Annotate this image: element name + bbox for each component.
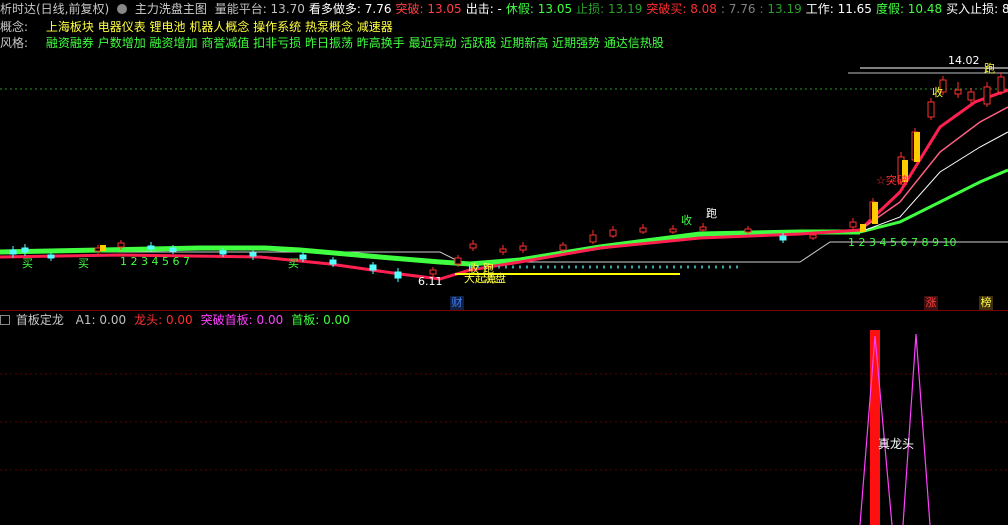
buy-signal-left-2: 买 (78, 257, 89, 270)
topbar-item: : 7.76 (720, 2, 756, 16)
candle-body (499, 248, 507, 253)
topbar-item: 突破: 13.05 (395, 2, 462, 16)
topbar-item: 出击: - (465, 2, 502, 16)
candle-body (849, 221, 857, 228)
indicator-name[interactable]: 主力洗盘主图 (135, 2, 207, 16)
topbar-item: 看多做多: 7.76 (308, 2, 392, 16)
topbar-item: 度假: 10.48 (875, 2, 943, 16)
breakout-first-board-line-2 (902, 333, 931, 525)
shou-signal-2: 收 (681, 213, 692, 227)
concept-value: 上海板块 电器仪表 锂电池 机器人概念 操作系统 热泵概念 减速器 (45, 20, 393, 34)
topbar-item: 工作: 11.65 (805, 2, 872, 16)
buy-signal-mid: 买 (288, 257, 299, 270)
shou-signal-1: 收 (932, 85, 943, 99)
topbar-item: 休假: 13.05 (505, 2, 573, 16)
concept-label: 概念: (0, 20, 29, 34)
candle-body (47, 254, 55, 259)
breakout-label: ☆突破 (876, 173, 908, 187)
run-signal-top: 跑 (984, 61, 995, 75)
topbar-item: 量能平台: 13.70 (214, 2, 305, 16)
yellow-signal-candle (872, 202, 878, 224)
sub-indicator-item: A1: 0.00 (75, 313, 127, 327)
main-kline-chart[interactable]: 14.02 6.11 买 买 买 跑 跑 跑 收 收 收 ☆突破 大起点 洗盘 … (0, 52, 1008, 312)
yellow-signal-candle (100, 245, 106, 251)
limit-up-badge[interactable]: 涨 (924, 296, 938, 310)
run-signal-mid: 跑 (706, 206, 717, 220)
style-value: 融资融券 户数增加 融资增加 商誉减值 扣非亏损 昨日振荡 昨高换手 最近异动 … (45, 36, 664, 50)
candle-body (519, 245, 527, 251)
dragon-head-bar (870, 330, 880, 525)
count-sequence-left: 1 2 3 4 5 6 7 (120, 255, 190, 268)
sub-indicator-item: 突破首板: 0.00 (200, 313, 284, 327)
panel-divider (0, 310, 1008, 311)
candle-body (559, 244, 567, 251)
ranking-badge[interactable]: 榜 (979, 296, 993, 310)
candle-body (809, 234, 817, 239)
topbar-item: 突破买: 8.08 (646, 2, 717, 16)
candle-body (147, 245, 155, 250)
candle-body (169, 247, 177, 252)
candle-body (639, 227, 647, 233)
candle-body (219, 250, 227, 255)
caret-icon[interactable] (0, 315, 10, 325)
gear-icon[interactable] (117, 4, 128, 14)
candle-body (589, 234, 597, 243)
sub-indicator-name[interactable]: 首板定龙 (16, 313, 64, 327)
candle-body (779, 235, 787, 241)
sub-indicator-item: 龙头: 0.00 (134, 313, 193, 327)
candle-body (9, 249, 17, 255)
candle-body (21, 247, 29, 253)
topbar-item: 止损: 13.19 (576, 2, 643, 16)
true-dragon-head-label: 真龙头 (878, 437, 914, 451)
candle-body (394, 271, 402, 279)
candle-body (669, 228, 677, 233)
style-label: 风格: (0, 36, 29, 50)
candle-body (369, 264, 377, 271)
candle-body (699, 226, 707, 231)
candle-body (744, 228, 752, 233)
price-low-label: 6.11 (418, 275, 443, 288)
candle-body (967, 91, 975, 101)
candle-body (997, 76, 1005, 93)
yellow-signal-candle (914, 132, 920, 162)
candle-body (469, 243, 477, 249)
candle-body (454, 257, 462, 265)
candle-body (983, 86, 991, 105)
candle-body (249, 252, 257, 257)
candle-body (329, 259, 337, 265)
washout-label: 洗盘 (484, 271, 506, 285)
topbar-item: 买入止损: 8.00 (946, 2, 1008, 16)
candle-body (117, 242, 125, 248)
candle-body (429, 269, 437, 275)
candle-body (954, 89, 962, 95)
finance-badge[interactable]: 财 (450, 296, 464, 310)
buy-signal-left: 买 (22, 257, 33, 270)
sub-indicator-chart[interactable]: 真龙头 (0, 328, 1008, 525)
sub-indicator-header: 首板定龙 A1: 0.00 龙头: 0.00 突破首板: 0.00 首板: 0.00 (0, 312, 358, 328)
candle-body (927, 101, 935, 118)
topbar-item: : 13.19 (759, 2, 802, 16)
style-line: 风格: 融资融券 户数增加 融资增加 商誉减值 扣非亏损 昨日振荡 昨高换手 最… (0, 35, 664, 52)
sub-indicator-item: 首板: 0.00 (291, 313, 350, 327)
count-sequence-right: 1 2 3 4 5 6 7 8 9 10 (848, 236, 956, 249)
candle-body (299, 254, 307, 260)
pink-ma-line (859, 106, 1008, 231)
yellow-signal-candle (860, 224, 866, 232)
indicator-info-bar: 析时达(日线,前复权) 主力洗盘主图 量能平台: 13.70 看多做多: 7.76… (0, 0, 1008, 18)
price-high-label: 14.02 (948, 54, 980, 67)
chart-title[interactable]: 析时达(日线,前复权) (0, 2, 109, 16)
concept-line: 概念: 上海板块 电器仪表 锂电池 机器人概念 操作系统 热泵概念 减速器 (0, 19, 393, 36)
candle-body (609, 229, 617, 237)
